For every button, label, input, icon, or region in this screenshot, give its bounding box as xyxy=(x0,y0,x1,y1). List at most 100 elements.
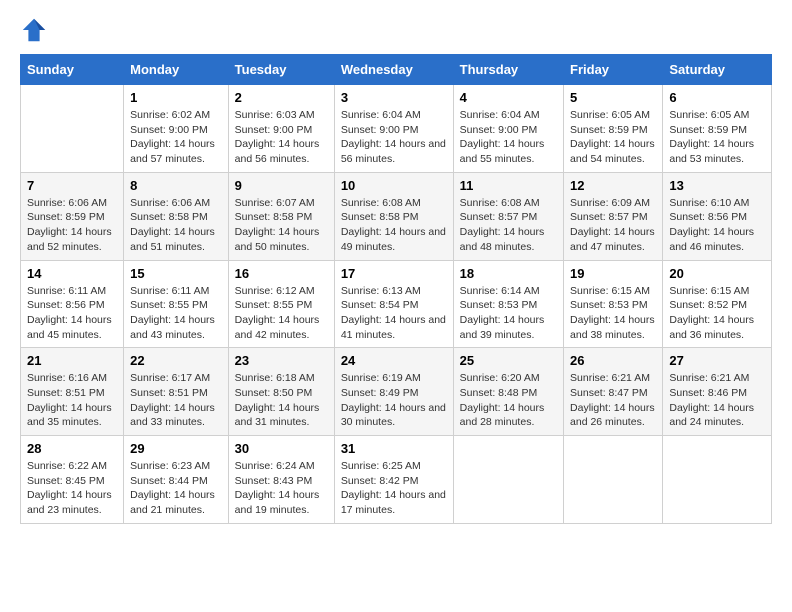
day-info: Sunrise: 6:08 AMSunset: 8:57 PMDaylight:… xyxy=(460,196,557,255)
day-number: 31 xyxy=(341,441,447,456)
calendar-cell: 24Sunrise: 6:19 AMSunset: 8:49 PMDayligh… xyxy=(334,348,453,436)
day-info: Sunrise: 6:05 AMSunset: 8:59 PMDaylight:… xyxy=(570,108,656,167)
calendar-cell: 16 Sunrise: 6:12 AMSunset: 8:55 PMDayligh… xyxy=(228,260,334,348)
calendar-cell: 31 Sunrise: 6:25 AMSunset: 8:42 PMDayligh… xyxy=(334,436,453,524)
day-number: 21 xyxy=(27,353,117,368)
calendar-cell: 9 Sunrise: 6:07 AMSunset: 8:58 PMDaylight… xyxy=(228,172,334,260)
day-number: 29 xyxy=(130,441,222,456)
day-info: Sunrise: 6:07 AMSunset: 8:58 PMDaylight:… xyxy=(235,196,328,255)
day-info: Sunrise: 6:20 AMSunset: 8:48 PMDaylight:… xyxy=(460,371,557,430)
calendar-cell: 15Sunrise: 6:11 AMSunset: 8:55 PMDayligh… xyxy=(124,260,229,348)
day-info: Sunrise: 6:13 AMSunset: 8:54 PMDaylight:… xyxy=(341,284,447,343)
day-info: Sunrise: 6:25 AMSunset: 8:42 PMDaylight:… xyxy=(341,459,447,518)
day-info: Sunrise: 6:02 AMSunset: 9:00 PMDaylight:… xyxy=(130,108,222,167)
calendar-cell: 26Sunrise: 6:21 AMSunset: 8:47 PMDayligh… xyxy=(564,348,663,436)
day-info: Sunrise: 6:15 AMSunset: 8:52 PMDaylight:… xyxy=(669,284,765,343)
day-info: Sunrise: 6:04 AMSunset: 9:00 PMDaylight:… xyxy=(460,108,557,167)
calendar-cell: 14 Sunrise: 6:11 AMSunset: 8:56 PMDayligh… xyxy=(21,260,124,348)
day-number: 20 xyxy=(669,266,765,281)
day-number: 12 xyxy=(570,178,656,193)
calendar-cell: 27 Sunrise: 6:21 AMSunset: 8:46 PMDayligh… xyxy=(663,348,772,436)
calendar-cell: 23Sunrise: 6:18 AMSunset: 8:50 PMDayligh… xyxy=(228,348,334,436)
calendar-cell xyxy=(21,85,124,173)
day-number: 8 xyxy=(130,178,222,193)
header-day-sunday: Sunday xyxy=(21,55,124,85)
calendar-header-row: SundayMondayTuesdayWednesdayThursdayFrid… xyxy=(21,55,772,85)
day-number: 16 xyxy=(235,266,328,281)
day-info: Sunrise: 6:23 AMSunset: 8:44 PMDaylight:… xyxy=(130,459,222,518)
header-day-monday: Monday xyxy=(124,55,229,85)
day-number: 11 xyxy=(460,178,557,193)
calendar-cell: 30 Sunrise: 6:24 AMSunset: 8:43 PMDayligh… xyxy=(228,436,334,524)
calendar-cell: 2 Sunrise: 6:03 AMSunset: 9:00 PMDaylight… xyxy=(228,85,334,173)
calendar-cell: 4Sunrise: 6:04 AMSunset: 9:00 PMDaylight… xyxy=(453,85,563,173)
calendar-cell: 10Sunrise: 6:08 AMSunset: 8:58 PMDayligh… xyxy=(334,172,453,260)
header-day-thursday: Thursday xyxy=(453,55,563,85)
day-info: Sunrise: 6:04 AMSunset: 9:00 PMDaylight:… xyxy=(341,108,447,167)
calendar-cell: 21Sunrise: 6:16 AMSunset: 8:51 PMDayligh… xyxy=(21,348,124,436)
calendar-week-row: 28 Sunrise: 6:22 AMSunset: 8:45 PMDayligh… xyxy=(21,436,772,524)
day-number: 7 xyxy=(27,178,117,193)
calendar-cell: 11 Sunrise: 6:08 AMSunset: 8:57 PMDayligh… xyxy=(453,172,563,260)
day-number: 27 xyxy=(669,353,765,368)
day-number: 14 xyxy=(27,266,117,281)
day-number: 18 xyxy=(460,266,557,281)
calendar-table: SundayMondayTuesdayWednesdayThursdayFrid… xyxy=(20,54,772,524)
day-number: 13 xyxy=(669,178,765,193)
day-info: Sunrise: 6:22 AMSunset: 8:45 PMDaylight:… xyxy=(27,459,117,518)
calendar-cell: 8 Sunrise: 6:06 AMSunset: 8:58 PMDaylight… xyxy=(124,172,229,260)
day-info: Sunrise: 6:08 AMSunset: 8:58 PMDaylight:… xyxy=(341,196,447,255)
calendar-cell: 1 Sunrise: 6:02 AMSunset: 9:00 PMDaylight… xyxy=(124,85,229,173)
header-day-tuesday: Tuesday xyxy=(228,55,334,85)
calendar-cell: 19Sunrise: 6:15 AMSunset: 8:53 PMDayligh… xyxy=(564,260,663,348)
day-number: 30 xyxy=(235,441,328,456)
day-info: Sunrise: 6:09 AMSunset: 8:57 PMDaylight:… xyxy=(570,196,656,255)
calendar-cell xyxy=(453,436,563,524)
calendar-cell xyxy=(564,436,663,524)
header-day-saturday: Saturday xyxy=(663,55,772,85)
header xyxy=(20,16,772,44)
day-info: Sunrise: 6:06 AMSunset: 8:58 PMDaylight:… xyxy=(130,196,222,255)
day-number: 19 xyxy=(570,266,656,281)
header-day-wednesday: Wednesday xyxy=(334,55,453,85)
calendar-cell: 12 Sunrise: 6:09 AMSunset: 8:57 PMDayligh… xyxy=(564,172,663,260)
day-info: Sunrise: 6:18 AMSunset: 8:50 PMDaylight:… xyxy=(235,371,328,430)
day-number: 25 xyxy=(460,353,557,368)
day-number: 2 xyxy=(235,90,328,105)
day-info: Sunrise: 6:06 AMSunset: 8:59 PMDaylight:… xyxy=(27,196,117,255)
calendar-week-row: 7 Sunrise: 6:06 AMSunset: 8:59 PMDaylight… xyxy=(21,172,772,260)
calendar-cell xyxy=(663,436,772,524)
calendar-cell: 29 Sunrise: 6:23 AMSunset: 8:44 PMDayligh… xyxy=(124,436,229,524)
day-number: 1 xyxy=(130,90,222,105)
calendar-week-row: 14 Sunrise: 6:11 AMSunset: 8:56 PMDayligh… xyxy=(21,260,772,348)
logo xyxy=(20,16,52,44)
day-info: Sunrise: 6:24 AMSunset: 8:43 PMDaylight:… xyxy=(235,459,328,518)
calendar-cell: 13 Sunrise: 6:10 AMSunset: 8:56 PMDayligh… xyxy=(663,172,772,260)
day-info: Sunrise: 6:19 AMSunset: 8:49 PMDaylight:… xyxy=(341,371,447,430)
calendar-week-row: 21Sunrise: 6:16 AMSunset: 8:51 PMDayligh… xyxy=(21,348,772,436)
day-info: Sunrise: 6:10 AMSunset: 8:56 PMDaylight:… xyxy=(669,196,765,255)
day-info: Sunrise: 6:11 AMSunset: 8:56 PMDaylight:… xyxy=(27,284,117,343)
day-number: 6 xyxy=(669,90,765,105)
calendar-cell: 28 Sunrise: 6:22 AMSunset: 8:45 PMDayligh… xyxy=(21,436,124,524)
calendar-cell: 22Sunrise: 6:17 AMSunset: 8:51 PMDayligh… xyxy=(124,348,229,436)
logo-icon xyxy=(20,16,48,44)
calendar-cell: 20 Sunrise: 6:15 AMSunset: 8:52 PMDayligh… xyxy=(663,260,772,348)
day-number: 17 xyxy=(341,266,447,281)
calendar-cell: 25 Sunrise: 6:20 AMSunset: 8:48 PMDayligh… xyxy=(453,348,563,436)
day-info: Sunrise: 6:03 AMSunset: 9:00 PMDaylight:… xyxy=(235,108,328,167)
day-number: 5 xyxy=(570,90,656,105)
calendar-cell: 17 Sunrise: 6:13 AMSunset: 8:54 PMDayligh… xyxy=(334,260,453,348)
day-number: 9 xyxy=(235,178,328,193)
calendar-cell: 6Sunrise: 6:05 AMSunset: 8:59 PMDaylight… xyxy=(663,85,772,173)
calendar-week-row: 1 Sunrise: 6:02 AMSunset: 9:00 PMDaylight… xyxy=(21,85,772,173)
calendar-cell: 5 Sunrise: 6:05 AMSunset: 8:59 PMDaylight… xyxy=(564,85,663,173)
day-info: Sunrise: 6:17 AMSunset: 8:51 PMDaylight:… xyxy=(130,371,222,430)
header-day-friday: Friday xyxy=(564,55,663,85)
day-info: Sunrise: 6:21 AMSunset: 8:46 PMDaylight:… xyxy=(669,371,765,430)
day-number: 3 xyxy=(341,90,447,105)
day-number: 28 xyxy=(27,441,117,456)
day-info: Sunrise: 6:12 AMSunset: 8:55 PMDaylight:… xyxy=(235,284,328,343)
day-info: Sunrise: 6:14 AMSunset: 8:53 PMDaylight:… xyxy=(460,284,557,343)
day-info: Sunrise: 6:11 AMSunset: 8:55 PMDaylight:… xyxy=(130,284,222,343)
